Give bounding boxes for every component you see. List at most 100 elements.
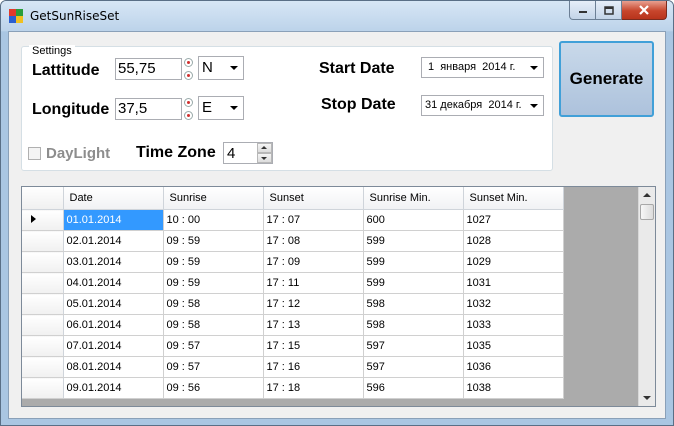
- spin-down-icon[interactable]: [257, 153, 272, 163]
- table-cell[interactable]: 1032: [463, 293, 564, 315]
- latitude-hemisphere-select[interactable]: N: [198, 56, 244, 80]
- table-cell[interactable]: 08.01.2014: [63, 356, 164, 378]
- table-row[interactable]: 01.01.2014 10 : 00 17 : 07 600 1027: [22, 209, 564, 231]
- table-cell[interactable]: 597: [363, 356, 464, 378]
- row-header[interactable]: [22, 209, 64, 231]
- table-row[interactable]: 05.01.2014 09 : 58 17 : 12 598 1032: [22, 293, 564, 315]
- table-cell[interactable]: 09 : 59: [163, 251, 264, 273]
- latitude-down-icon[interactable]: [184, 71, 193, 80]
- table-cell[interactable]: 1027: [463, 209, 564, 231]
- table-row[interactable]: 07.01.2014 09 : 57 17 : 15 597 1035: [22, 335, 564, 357]
- table-cell[interactable]: 1036: [463, 356, 564, 378]
- table-cell[interactable]: 17 : 09: [263, 251, 364, 273]
- table-cell[interactable]: 06.01.2014: [63, 314, 164, 336]
- table-row[interactable]: 03.01.2014 09 : 59 17 : 09 599 1029: [22, 251, 564, 273]
- daylight-label: DayLight: [46, 145, 111, 162]
- scroll-down-icon[interactable]: [639, 390, 655, 406]
- daylight-checkbox[interactable]: [28, 147, 41, 160]
- table-cell[interactable]: 1033: [463, 314, 564, 336]
- maximize-button[interactable]: [596, 1, 622, 20]
- minimize-icon: [578, 11, 587, 13]
- table-cell[interactable]: 598: [363, 314, 464, 336]
- table-row[interactable]: 02.01.2014 09 : 59 17 : 08 599 1028: [22, 230, 564, 252]
- title-bar[interactable]: GetSunRiseSet: [1, 1, 673, 31]
- table-cell[interactable]: 599: [363, 272, 464, 294]
- table-cell[interactable]: 09 : 57: [163, 335, 264, 357]
- table-cell[interactable]: 17 : 11: [263, 272, 364, 294]
- longitude-hemisphere-select[interactable]: E: [198, 96, 244, 120]
- table-cell[interactable]: 596: [363, 377, 464, 399]
- table-cell[interactable]: 09.01.2014: [63, 377, 164, 399]
- latitude-input[interactable]: 55,75: [115, 58, 182, 80]
- window-controls: [569, 1, 667, 21]
- table-cell[interactable]: 600: [363, 209, 464, 231]
- column-header-date[interactable]: Date: [63, 187, 164, 210]
- table-cell[interactable]: 599: [363, 230, 464, 252]
- table-cell[interactable]: 17 : 18: [263, 377, 364, 399]
- table-cell[interactable]: 04.01.2014: [63, 272, 164, 294]
- table-cell[interactable]: 02.01.2014: [63, 230, 164, 252]
- column-header-sunset-min[interactable]: Sunset Min.: [463, 187, 564, 210]
- table-cell[interactable]: 03.01.2014: [63, 251, 164, 273]
- table-cell[interactable]: 1035: [463, 335, 564, 357]
- stop-date-picker[interactable]: 31 декабря 2014 г.: [421, 95, 544, 116]
- table-cell[interactable]: 1031: [463, 272, 564, 294]
- table-cell[interactable]: 17 : 16: [263, 356, 364, 378]
- maximize-icon: [603, 5, 614, 15]
- table-cell[interactable]: 597: [363, 335, 464, 357]
- table-row[interactable]: 06.01.2014 09 : 58 17 : 13 598 1033: [22, 314, 564, 336]
- table-cell[interactable]: 598: [363, 293, 464, 315]
- row-header[interactable]: [22, 272, 64, 294]
- app-icon: [9, 9, 23, 23]
- latitude-up-icon[interactable]: [184, 58, 193, 67]
- row-header[interactable]: [22, 230, 64, 252]
- table-row[interactable]: 08.01.2014 09 : 57 17 : 16 597 1036: [22, 356, 564, 378]
- longitude-down-icon[interactable]: [184, 111, 193, 120]
- row-header[interactable]: [22, 335, 64, 357]
- spin-up-icon[interactable]: [257, 143, 272, 153]
- results-grid[interactable]: Date Sunrise Sunset Sunrise Min. Sunset …: [21, 186, 656, 407]
- table-cell[interactable]: 01.01.2014: [63, 209, 164, 231]
- column-header-sunrise-min[interactable]: Sunrise Min.: [363, 187, 464, 210]
- scroll-thumb[interactable]: [640, 204, 654, 220]
- table-cell[interactable]: 17 : 08: [263, 230, 364, 252]
- scroll-up-icon[interactable]: [639, 187, 655, 203]
- start-date-value: 1 января 2014 г.: [428, 61, 516, 73]
- table-cell[interactable]: 17 : 15: [263, 335, 364, 357]
- table-row[interactable]: 09.01.2014 09 : 56 17 : 18 596 1038: [22, 377, 564, 399]
- table-cell[interactable]: 07.01.2014: [63, 335, 164, 357]
- table-cell[interactable]: 1028: [463, 230, 564, 252]
- stop-date-value: 31 декабря 2014 г.: [425, 99, 522, 111]
- table-cell[interactable]: 599: [363, 251, 464, 273]
- column-header-sunset[interactable]: Sunset: [263, 187, 364, 210]
- table-cell[interactable]: 09 : 59: [163, 230, 264, 252]
- row-header[interactable]: [22, 293, 64, 315]
- column-header-sunrise[interactable]: Sunrise: [163, 187, 264, 210]
- close-button[interactable]: [622, 1, 667, 20]
- table-cell[interactable]: 09 : 58: [163, 293, 264, 315]
- table-cell[interactable]: 09 : 58: [163, 314, 264, 336]
- longitude-input[interactable]: 37,5: [115, 98, 182, 120]
- row-header[interactable]: [22, 314, 64, 336]
- table-row[interactable]: 04.01.2014 09 : 59 17 : 11 599 1031: [22, 272, 564, 294]
- table-cell[interactable]: 10 : 00: [163, 209, 264, 231]
- table-cell[interactable]: 09 : 56: [163, 377, 264, 399]
- table-cell[interactable]: 09 : 59: [163, 272, 264, 294]
- row-header[interactable]: [22, 377, 64, 399]
- minimize-button[interactable]: [569, 1, 596, 20]
- start-date-picker[interactable]: 1 января 2014 г.: [421, 57, 544, 78]
- row-header[interactable]: [22, 251, 64, 273]
- row-header-corner[interactable]: [22, 187, 64, 210]
- table-cell[interactable]: 17 : 13: [263, 314, 364, 336]
- vertical-scrollbar[interactable]: [638, 187, 655, 406]
- table-cell[interactable]: 17 : 07: [263, 209, 364, 231]
- table-cell[interactable]: 05.01.2014: [63, 293, 164, 315]
- row-header[interactable]: [22, 356, 64, 378]
- longitude-up-icon[interactable]: [184, 98, 193, 107]
- table-cell[interactable]: 1029: [463, 251, 564, 273]
- table-cell[interactable]: 09 : 57: [163, 356, 264, 378]
- table-cell[interactable]: 1038: [463, 377, 564, 399]
- generate-button[interactable]: Generate: [559, 41, 654, 117]
- table-cell[interactable]: 17 : 12: [263, 293, 364, 315]
- timezone-stepper[interactable]: 4: [223, 142, 273, 164]
